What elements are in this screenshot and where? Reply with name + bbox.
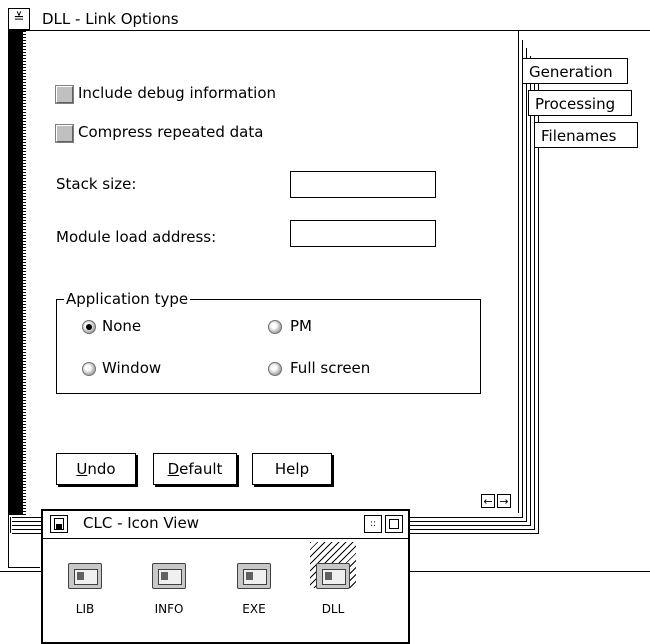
- radio-full-screen-label: Full screen: [290, 359, 371, 377]
- icon-view-window[interactable]: CLC - Icon View :: LIB INFO EXE DLL: [41, 509, 410, 644]
- radio-pm[interactable]: [268, 320, 282, 334]
- folder-info[interactable]: INFO: [139, 563, 199, 616]
- folder-dll[interactable]: DLL: [303, 542, 363, 616]
- application-type-group: [56, 299, 481, 394]
- folder-lib[interactable]: LIB: [55, 563, 115, 616]
- maximize-icon[interactable]: [385, 515, 403, 533]
- icon-view-title-bar[interactable]: CLC - Icon View ::: [43, 511, 408, 539]
- application-type-title: Application type: [64, 290, 191, 308]
- tab-filenames[interactable]: Filenames: [534, 122, 638, 148]
- help-button[interactable]: Help: [252, 453, 332, 485]
- radio-none-label: None: [102, 317, 142, 335]
- folder-exe-label: EXE: [242, 602, 266, 616]
- folder-exe[interactable]: EXE: [224, 563, 284, 616]
- page-right-edge: [518, 31, 519, 513]
- default-button[interactable]: Default: [153, 453, 237, 485]
- tab-processing[interactable]: Processing: [528, 90, 632, 116]
- tab-generation[interactable]: Generation: [522, 58, 628, 84]
- compress-checkbox[interactable]: [56, 125, 73, 142]
- notebook-corner-diagonal: [10, 517, 17, 533]
- page-stack-edge-3: [530, 56, 531, 525]
- page-stack-edge-2: [526, 48, 527, 521]
- default-label: efault: [179, 460, 223, 478]
- page-stack-edge-1: [522, 40, 523, 517]
- window-frame-bar: [9, 31, 23, 515]
- debug-label: Include debug information: [78, 84, 277, 102]
- folder-dll-label: DLL: [321, 602, 345, 616]
- folder-dll-wrapper: [310, 542, 356, 589]
- folder-icon: [316, 563, 350, 589]
- system-menu-icon[interactable]: ≚: [8, 8, 30, 30]
- folder-system-menu-icon[interactable]: [50, 515, 68, 533]
- folder-icon: [152, 563, 186, 589]
- folder-glyph-icon: [54, 518, 64, 530]
- default-mnemonic: D: [167, 460, 180, 478]
- folder-info-label: INFO: [154, 602, 184, 616]
- window-title: DLL - Link Options: [42, 10, 179, 28]
- radio-pm-label: PM: [290, 317, 312, 335]
- debug-checkbox[interactable]: [56, 86, 73, 103]
- module-load-address-label: Module load address:: [56, 228, 217, 246]
- window-border-bottom: [8, 567, 40, 568]
- stack-size-field[interactable]: [290, 171, 436, 198]
- next-page-arrow-icon[interactable]: →: [497, 494, 511, 508]
- undo-mnemonic: U: [76, 460, 88, 478]
- module-load-address-field[interactable]: [290, 220, 436, 247]
- compress-label: Compress repeated data: [78, 123, 264, 141]
- desktop-line: [0, 571, 41, 572]
- stack-size-label: Stack size:: [56, 175, 137, 193]
- undo-button[interactable]: Undo: [56, 453, 136, 485]
- previous-page-arrow-icon[interactable]: ←: [481, 494, 495, 508]
- desktop-line-right: [410, 571, 650, 572]
- folder-icon: [237, 563, 271, 589]
- folder-icon: [68, 563, 102, 589]
- undo-label: ndo: [87, 460, 116, 478]
- radio-full-screen[interactable]: [268, 362, 282, 376]
- radio-window[interactable]: [82, 362, 96, 376]
- radio-none[interactable]: [82, 320, 96, 334]
- radio-window-label: Window: [102, 359, 162, 377]
- minimize-icon[interactable]: ::: [364, 515, 382, 533]
- folder-lib-label: LIB: [75, 602, 95, 616]
- icon-view-title: CLC - Icon View: [83, 514, 199, 532]
- notebook-page: [26, 31, 520, 512]
